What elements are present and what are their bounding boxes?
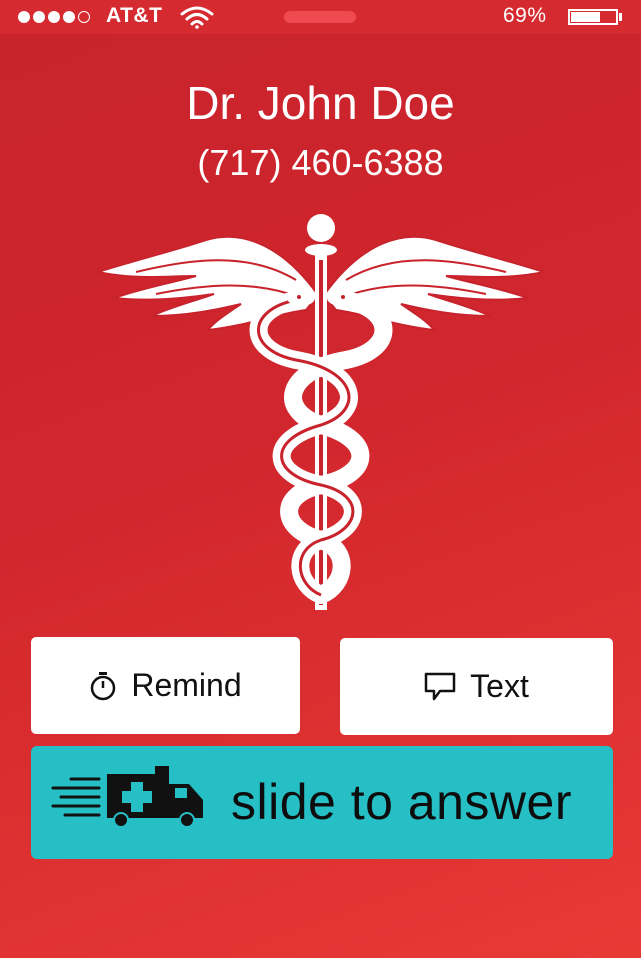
battery-percentage: 69% <box>503 4 547 27</box>
signal-dot <box>48 11 60 23</box>
signal-dot <box>18 11 30 23</box>
status-bar: AT&T 69% <box>0 0 641 34</box>
text-label: Text <box>470 668 529 704</box>
signal-dot-empty <box>78 11 90 23</box>
signal-strength-icon <box>18 11 90 23</box>
battery-tip <box>619 13 622 21</box>
slide-to-answer-slider[interactable]: slide to answer <box>31 746 613 859</box>
caller-phone-number: (717) 460-6388 <box>197 142 444 183</box>
carrier-name: AT&T <box>106 4 163 27</box>
ambulance-icon[interactable] <box>51 766 209 833</box>
battery-icon <box>568 9 618 25</box>
incoming-call-screen: AT&T 69% Dr. John Doe (717) 460-6388 Rem… <box>0 0 641 958</box>
text-button[interactable]: Text <box>340 638 613 735</box>
in-call-indicator <box>284 11 356 23</box>
signal-dot <box>33 11 45 23</box>
caller-name: Dr. John Doe <box>186 77 455 129</box>
wifi-icon <box>180 5 214 34</box>
speech-bubble-icon <box>424 672 456 702</box>
remind-button[interactable]: Remind <box>31 637 300 734</box>
caduceus-icon <box>94 210 548 620</box>
stopwatch-icon <box>89 671 117 701</box>
signal-dot <box>63 11 75 23</box>
battery-level-fill <box>571 12 600 22</box>
remind-label: Remind <box>131 667 242 703</box>
slide-to-answer-label: slide to answer <box>231 774 572 830</box>
